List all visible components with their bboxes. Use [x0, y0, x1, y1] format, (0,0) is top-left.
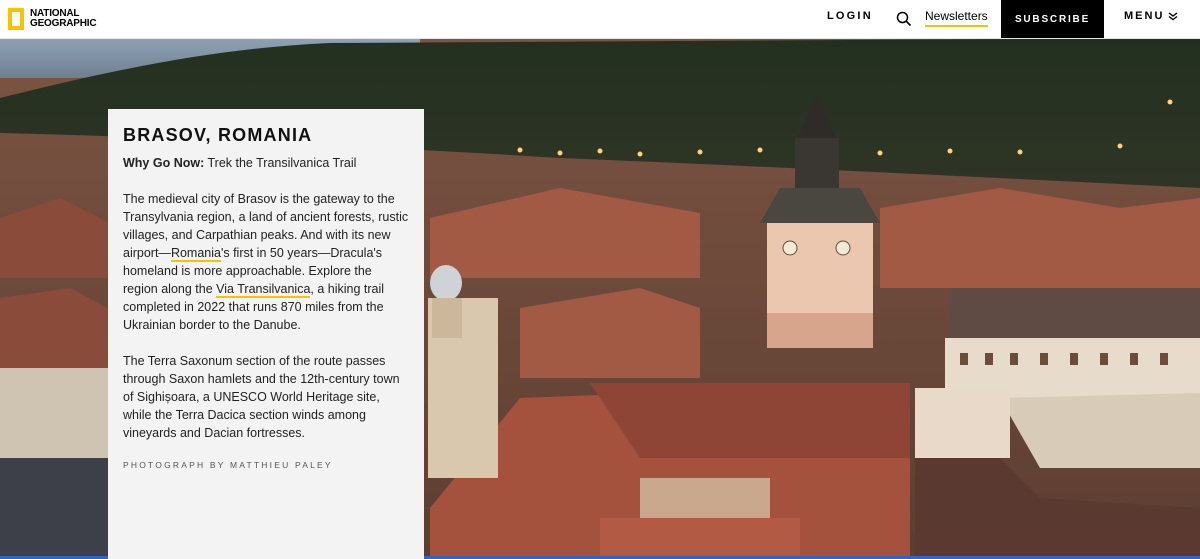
newsletters-link[interactable]: Newsletters	[925, 9, 988, 27]
menu-label: MENU	[1124, 10, 1165, 22]
site-header: NATIONAL GEOGRAPHIC LOGIN Newsletters SU…	[0, 0, 1200, 39]
yellow-border-icon	[8, 8, 24, 30]
menu-button[interactable]: MENU	[1124, 10, 1178, 22]
logo-wordmark: NATIONAL GEOGRAPHIC	[30, 9, 97, 29]
chevron-down-icon	[1168, 12, 1178, 21]
subscribe-button[interactable]: SUBSCRIBE	[1001, 0, 1104, 38]
via-transilvanica-link[interactable]: Via Transilvanica	[216, 282, 311, 298]
destination-title: BRASOV, ROMANIA	[123, 125, 313, 145]
login-link[interactable]: LOGIN	[827, 10, 873, 22]
description-paragraph-1: The medieval city of Brasov is the gatew…	[123, 190, 409, 334]
why-go-now: Why Go Now: Trek the Transilvanica Trail	[123, 154, 409, 172]
destination-card: BRASOV, ROMANIA Why Go Now: Trek the Tra…	[108, 109, 424, 559]
why-go-now-label: Why Go Now:	[123, 156, 205, 170]
why-go-now-text: Trek the Transilvanica Trail	[204, 156, 357, 170]
description-paragraph-2: The Terra Saxonum section of the route p…	[123, 354, 400, 440]
photo-credit: PHOTOGRAPH BY MATTHIEU PALEY	[123, 460, 333, 470]
logo-line-2: GEOGRAPHIC	[30, 18, 97, 29]
natgeo-logo[interactable]: NATIONAL GEOGRAPHIC	[8, 6, 97, 32]
search-icon[interactable]	[896, 11, 912, 27]
romania-link[interactable]: Romania	[170, 246, 221, 262]
